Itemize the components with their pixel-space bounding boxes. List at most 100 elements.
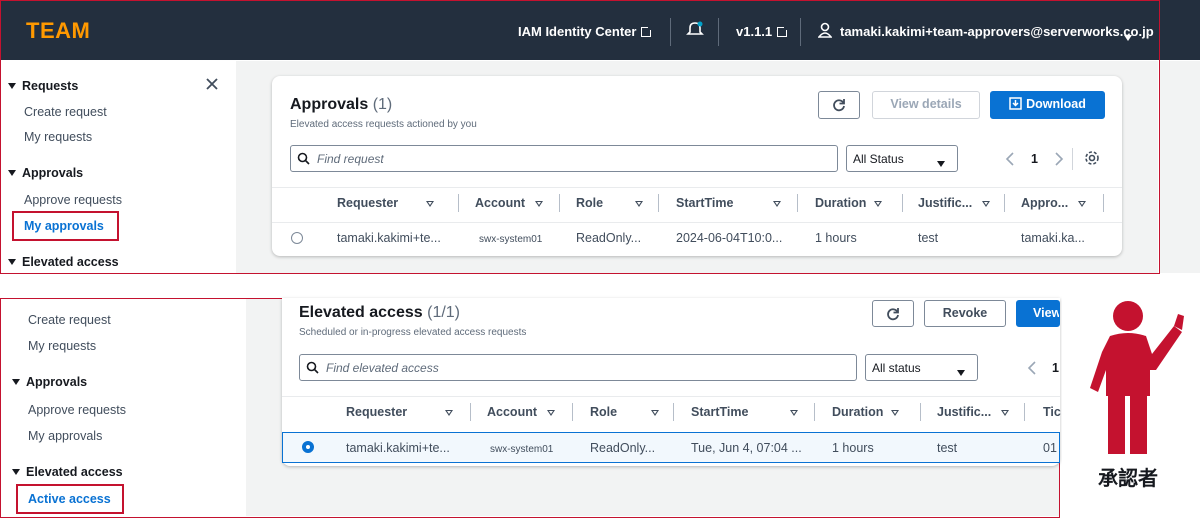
column-separator[interactable]	[658, 194, 659, 212]
nav-section-elevated-access[interactable]: Elevated access	[12, 465, 123, 479]
cell-duration: 1 hours	[815, 231, 857, 245]
column-separator[interactable]	[673, 403, 674, 421]
row-select-radio[interactable]	[291, 232, 303, 244]
nav-section-approvals[interactable]: Approvals	[12, 375, 87, 389]
nav-item-my-requests[interactable]: My requests	[24, 130, 92, 144]
refresh-icon	[833, 99, 845, 112]
nav-section-requests[interactable]: Requests	[8, 79, 78, 93]
column-separator[interactable]	[1103, 194, 1104, 212]
column-header-account[interactable]: Account	[475, 196, 543, 210]
sort-icon	[445, 410, 454, 416]
cell-ticket: 01	[1043, 441, 1057, 455]
expand-icon	[8, 259, 16, 265]
column-separator[interactable]	[902, 194, 903, 212]
view-button[interactable]: View	[1016, 300, 1060, 327]
column-separator[interactable]	[470, 403, 471, 421]
nav-item-approve-requests[interactable]: Approve requests	[24, 193, 122, 207]
column-separator[interactable]	[1004, 194, 1005, 212]
search-input[interactable]: Find request	[290, 145, 838, 172]
cell-account: swx-system01	[479, 234, 543, 245]
search-placeholder: Find request	[317, 152, 384, 166]
download-button[interactable]: Download	[990, 91, 1105, 119]
caret-down-icon	[957, 365, 965, 379]
column-header-approver[interactable]: Appro...	[1021, 196, 1087, 210]
settings-gear-icon[interactable]	[1084, 150, 1100, 166]
column-separator[interactable]	[814, 403, 815, 421]
content-area-edge	[1160, 61, 1200, 273]
status-filter-select[interactable]: All status	[865, 354, 978, 381]
approvals-subtitle: Elevated access requests actioned by you	[290, 119, 477, 130]
expand-icon	[12, 379, 20, 385]
search-icon	[297, 152, 310, 165]
column-separator[interactable]	[920, 403, 921, 421]
view-details-button[interactable]: View details	[872, 91, 980, 119]
column-header-justification[interactable]: Justific...	[918, 196, 991, 210]
column-separator[interactable]	[559, 194, 560, 212]
pagination-current-page[interactable]: 1	[1031, 152, 1038, 166]
column-separator[interactable]	[1024, 403, 1025, 421]
refresh-button[interactable]	[818, 91, 860, 119]
expand-icon	[8, 170, 16, 176]
nav-item-my-requests[interactable]: My requests	[28, 339, 96, 353]
expand-icon	[8, 83, 16, 89]
nav-item-create-request[interactable]: Create request	[24, 105, 107, 119]
column-header-requester[interactable]: Requester	[337, 196, 435, 210]
column-header-starttime[interactable]: StartTime	[691, 405, 799, 419]
column-header-requester[interactable]: Requester	[346, 405, 454, 419]
nav-item-approve-requests[interactable]: Approve requests	[28, 403, 126, 417]
sort-icon	[535, 201, 543, 207]
column-header-role[interactable]: Role	[576, 196, 644, 210]
nav-section-elevated-access[interactable]: Elevated access	[8, 255, 119, 269]
pagination-prev-icon[interactable]	[1027, 361, 1037, 375]
nav-item-create-request[interactable]: Create request	[28, 313, 111, 327]
pagination-next-icon[interactable]	[1054, 152, 1064, 166]
pagination-prev-icon[interactable]	[1005, 152, 1015, 166]
sort-icon	[547, 410, 555, 416]
sort-icon	[651, 410, 660, 416]
search-input[interactable]: Find elevated access	[299, 354, 857, 381]
cell-justification: test	[918, 231, 939, 245]
refresh-icon	[887, 308, 899, 321]
column-separator[interactable]	[572, 403, 573, 421]
nav-item-my-approvals[interactable]: My approvals	[28, 429, 102, 443]
nav-item-my-approvals[interactable]: My approvals	[24, 219, 104, 233]
status-filter-value: All status	[872, 361, 921, 375]
elevated-access-title: Elevated access (1/1)	[299, 304, 461, 321]
table-header-border	[272, 187, 1122, 188]
download-icon	[1009, 97, 1022, 110]
cell-requester: tamaki.kakimi+te...	[346, 441, 450, 455]
search-icon	[306, 361, 319, 374]
column-header-starttime[interactable]: StartTime	[676, 196, 782, 210]
cell-starttime: Tue, Jun 4, 07:04 ...	[691, 441, 802, 455]
approvals-title: Approvals (1)	[290, 96, 393, 113]
pagination-current-page[interactable]: 1	[1052, 361, 1059, 375]
sort-icon	[635, 201, 644, 207]
refresh-button[interactable]	[872, 300, 914, 327]
column-header-duration[interactable]: Duration	[832, 405, 900, 419]
column-header-duration[interactable]: Duration	[815, 196, 883, 210]
cell-account: swx-system01	[490, 444, 554, 455]
column-separator[interactable]	[458, 194, 459, 212]
row-select-radio[interactable]	[302, 441, 314, 453]
sort-icon	[874, 201, 883, 207]
cell-role: ReadOnly...	[576, 231, 642, 245]
status-filter-select[interactable]: All Status	[846, 145, 958, 172]
sort-icon	[790, 410, 799, 416]
approver-person-icon	[1090, 301, 1184, 454]
column-separator[interactable]	[797, 194, 798, 212]
sort-icon	[982, 201, 991, 207]
sort-icon	[773, 201, 782, 207]
column-header-justification[interactable]: Justific...	[937, 405, 1010, 419]
caret-down-icon	[937, 156, 945, 170]
nav-item-active-access[interactable]: Active access	[28, 492, 111, 506]
column-header-role[interactable]: Role	[590, 405, 660, 419]
cell-starttime: 2024-06-04T10:0...	[676, 231, 783, 245]
sort-icon	[1001, 410, 1010, 416]
nav-section-approvals[interactable]: Approvals	[8, 166, 83, 180]
column-header-ticket[interactable]: Tic	[1043, 405, 1061, 419]
column-header-account[interactable]: Account	[487, 405, 555, 419]
close-icon[interactable]	[205, 77, 219, 91]
cell-duration: 1 hours	[832, 441, 874, 455]
cell-approver: tamaki.ka...	[1021, 231, 1085, 245]
revoke-button[interactable]: Revoke	[924, 300, 1006, 327]
